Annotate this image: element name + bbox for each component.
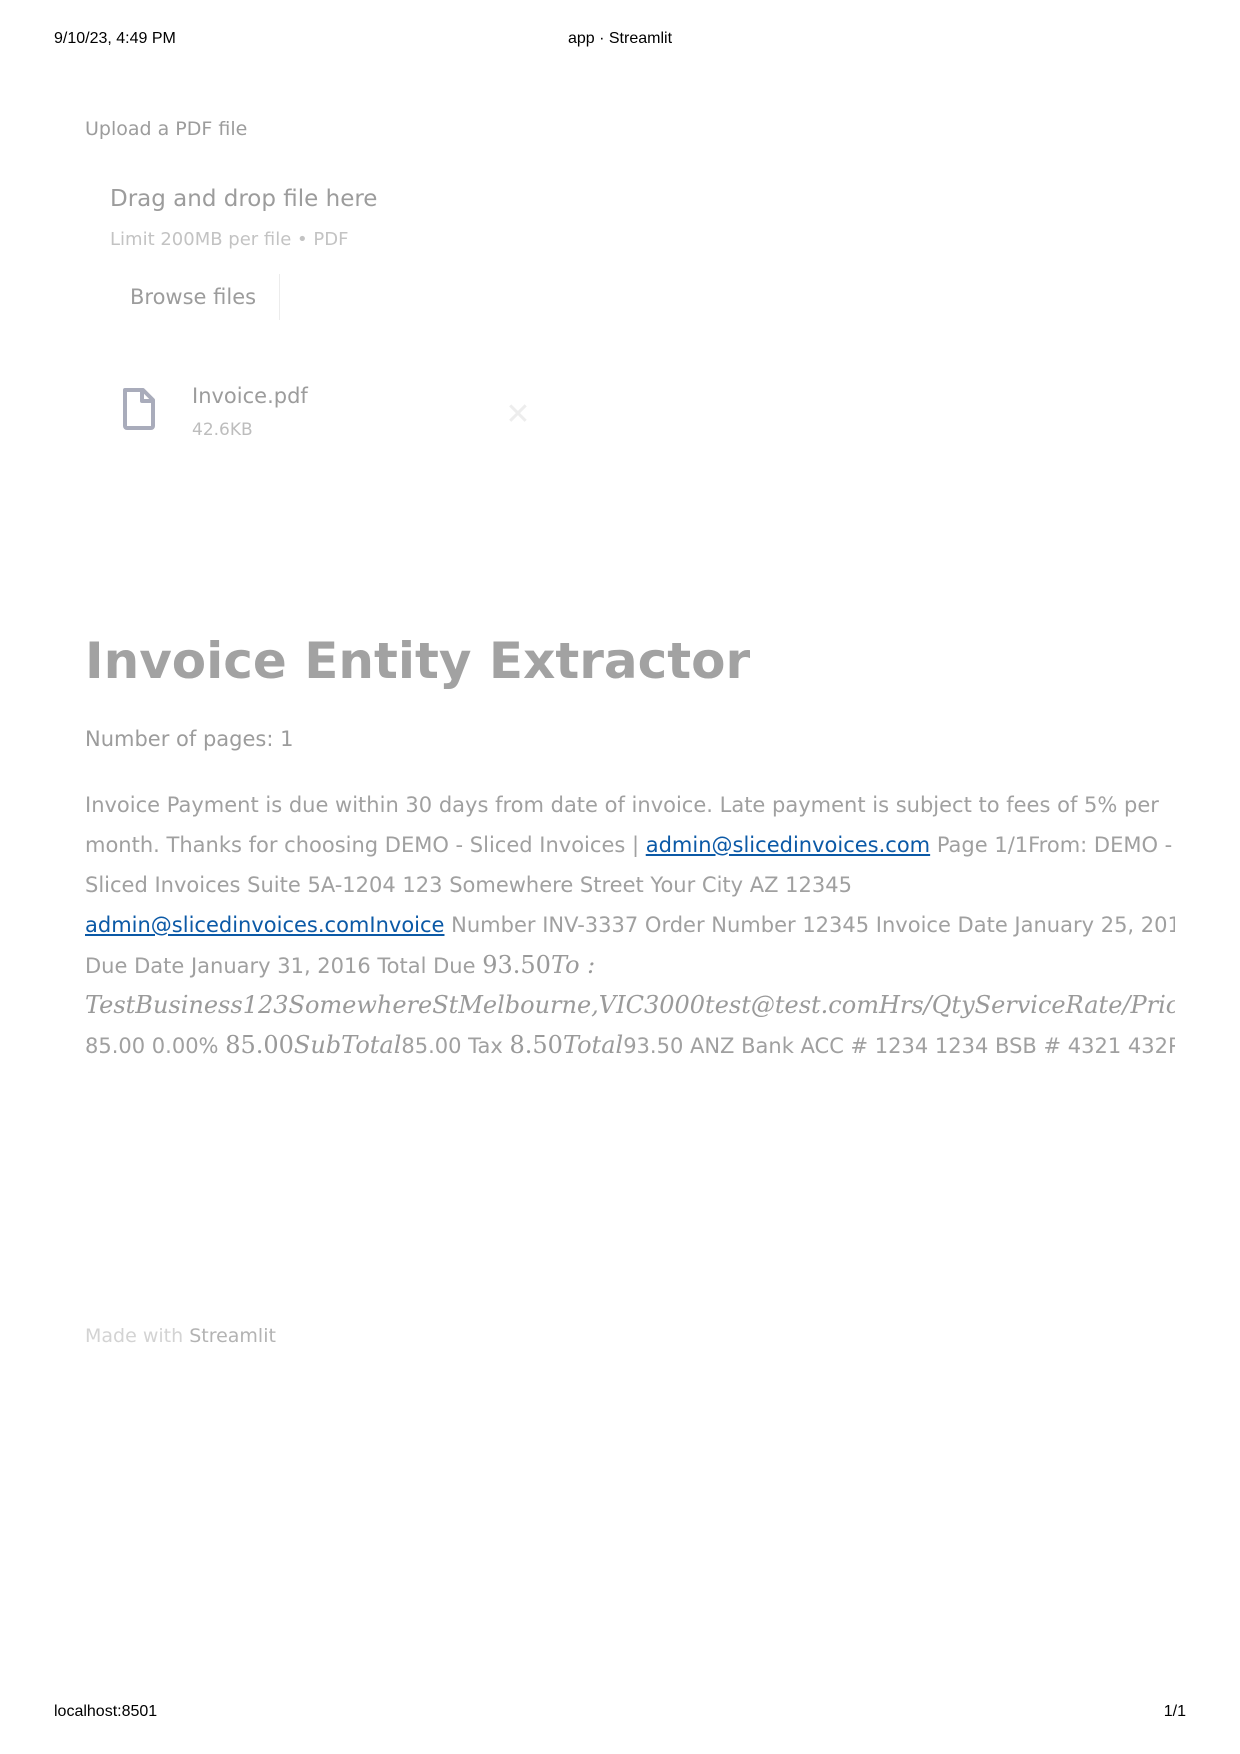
extracted-line-7: 85.00 0.00% 85.00SubTotal85.00 Tax 8.50T… [85, 1025, 1175, 1065]
file-size: 42.6KB [192, 420, 253, 440]
print-page-count: 1/1 [1163, 1703, 1186, 1720]
math-number: 85.00 [225, 1031, 294, 1059]
extracted-line-5: Due Date January 31, 2016 Total Due 93.5… [85, 945, 1175, 985]
math-number: 8.50 [509, 1031, 563, 1059]
uploader-label: Upload a PDF file [85, 118, 248, 140]
close-icon[interactable]: ✕ [500, 397, 536, 433]
math-number: 93.50 [482, 951, 551, 979]
streamlit-link[interactable]: Streamlit [189, 1325, 276, 1347]
extracted-line-2: month. Thanks for choosing DEMO - Sliced… [85, 825, 1175, 865]
print-footer: localhost:8501 1/1 [0, 1703, 1240, 1723]
page-title: Invoice Entity Extractor [85, 632, 751, 690]
file-name: Invoice.pdf [192, 384, 308, 408]
dropzone-limit-text: Limit 200MB per file • PDF [110, 229, 349, 250]
text-run: month. Thanks for choosing DEMO - Sliced… [85, 833, 646, 857]
print-url: localhost:8501 [54, 1703, 158, 1720]
print-header: 9/10/23, 4:49 PM app · Streamlit [0, 30, 1240, 50]
extracted-line-1: Invoice Payment is due within 30 days fr… [85, 785, 1175, 825]
extracted-line-4: admin@slicedinvoices.comInvoice Number I… [85, 905, 1175, 945]
browse-files-button[interactable]: Browse files [110, 274, 280, 320]
extracted-line-6: TestBusiness123SomewhereStMelbourne,VIC3… [85, 985, 1175, 1025]
file-icon [123, 388, 155, 430]
email-link[interactable]: admin@slicedinvoices.com [646, 833, 930, 857]
made-with-footer: Made with Streamlit [85, 1325, 276, 1347]
file-dropzone[interactable]: Drag and drop file here Limit 200MB per … [85, 168, 1165, 320]
text-run: Number INV-3337 Order Number 12345 Invoi… [444, 913, 1175, 937]
text-run: Sliced Invoices Suite 5A-1204 123 Somewh… [85, 873, 852, 897]
dropzone-title: Drag and drop file here [110, 186, 378, 212]
text-run: 85.00 Tax [401, 1034, 510, 1058]
extracted-text: Invoice Payment is due within 30 days fr… [85, 785, 1175, 1065]
text-run: 85.00 0.00% [85, 1034, 226, 1058]
made-with-text: Made with [85, 1325, 190, 1347]
math-run: TestBusiness123SomewhereStMelbourne,VIC3… [85, 991, 1175, 1019]
math-run: To : [550, 951, 596, 979]
extracted-line-3: Sliced Invoices Suite 5A-1204 123 Somewh… [85, 865, 1175, 905]
text-run: Invoice Payment is due within 30 days fr… [85, 793, 1159, 817]
email-link[interactable]: admin@slicedinvoices.comInvoice [85, 913, 444, 937]
text-run: 93.50 ANZ Bank ACC # 1234 1234 BSB # 432… [623, 1034, 1175, 1058]
uploaded-file-item: Invoice.pdf 42.6KB ✕ [85, 380, 625, 450]
math-run: SubTotal [293, 1031, 402, 1059]
page-count-text: Number of pages: 1 [85, 727, 294, 751]
math-run: Total [562, 1031, 624, 1059]
text-run: Due Date January 31, 2016 Total Due [85, 954, 483, 978]
text-run: Page 1/1From: DEMO - [930, 833, 1173, 857]
print-page-title: app · Streamlit [567, 30, 673, 47]
